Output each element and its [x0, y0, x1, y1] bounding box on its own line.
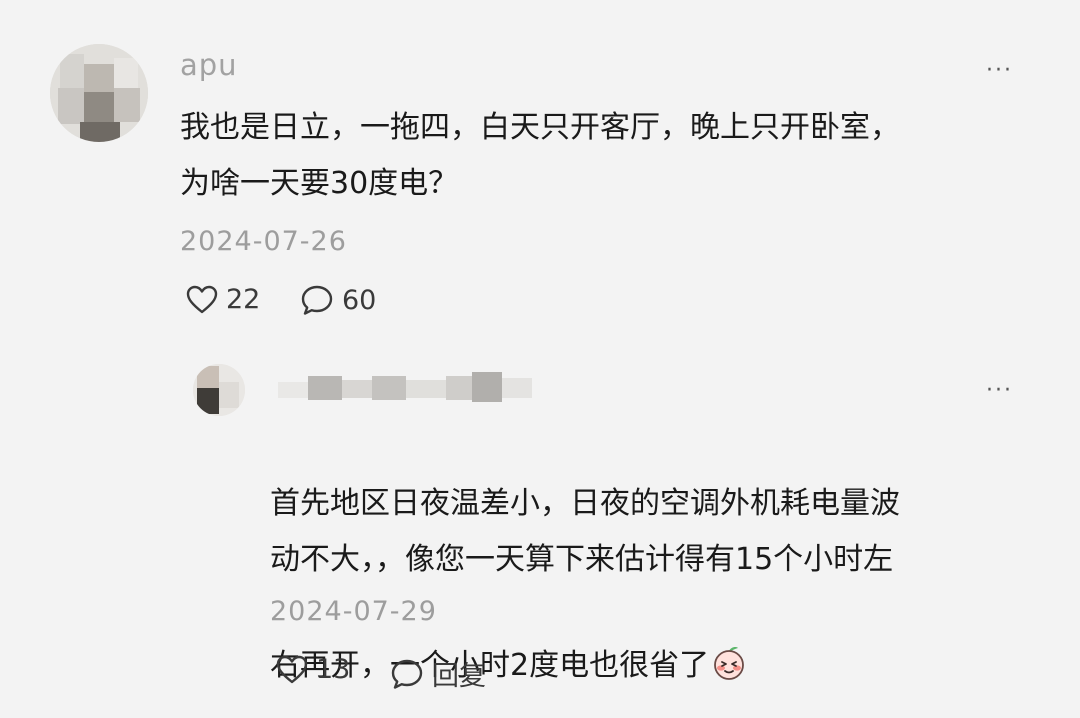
reply-like-button[interactable]: 13	[276, 654, 350, 685]
reply-more-options-button[interactable]: ···	[986, 380, 1013, 402]
comment-button[interactable]: 60	[300, 284, 376, 316]
reply-avatar[interactable]	[193, 364, 245, 416]
comment-text: 我也是日立，一拖四，白天只开客厅，晚上只开卧室， 为啥一天要30度电？	[180, 110, 900, 201]
reply-date: 2024-07-29	[270, 596, 437, 627]
peach-blush-emoji	[711, 588, 747, 700]
reply-username[interactable]	[270, 368, 550, 408]
reply-button[interactable]: 回复	[390, 654, 486, 693]
like-count: 22	[226, 284, 261, 315]
avatar[interactable]	[50, 44, 148, 142]
ellipsis-icon: ···	[986, 378, 1013, 403]
like-button[interactable]: 22	[186, 284, 260, 315]
reply-count: 60	[342, 284, 377, 316]
reply-text-block: 首先地区日夜温差小，日夜的空调外机耗电量波 动不大，，像您一天算下来估计得有15…	[270, 420, 1030, 700]
heart-outline-icon	[186, 285, 218, 313]
username[interactable]: apu	[180, 48, 238, 82]
comment-date: 2024-07-26	[180, 226, 347, 257]
speech-bubble-icon	[391, 659, 423, 689]
reply-label: 回复	[432, 661, 486, 692]
speech-bubble-icon	[301, 285, 333, 315]
more-options-button[interactable]: ···	[986, 60, 1013, 82]
heart-outline-icon	[276, 655, 308, 683]
reply-text: 首先地区日夜温差小，日夜的空调外机耗电量波 动不大，，像您一天算下来估计得有15…	[270, 486, 900, 683]
ellipsis-icon: ···	[986, 58, 1013, 83]
reply-like-count: 13	[316, 654, 351, 685]
